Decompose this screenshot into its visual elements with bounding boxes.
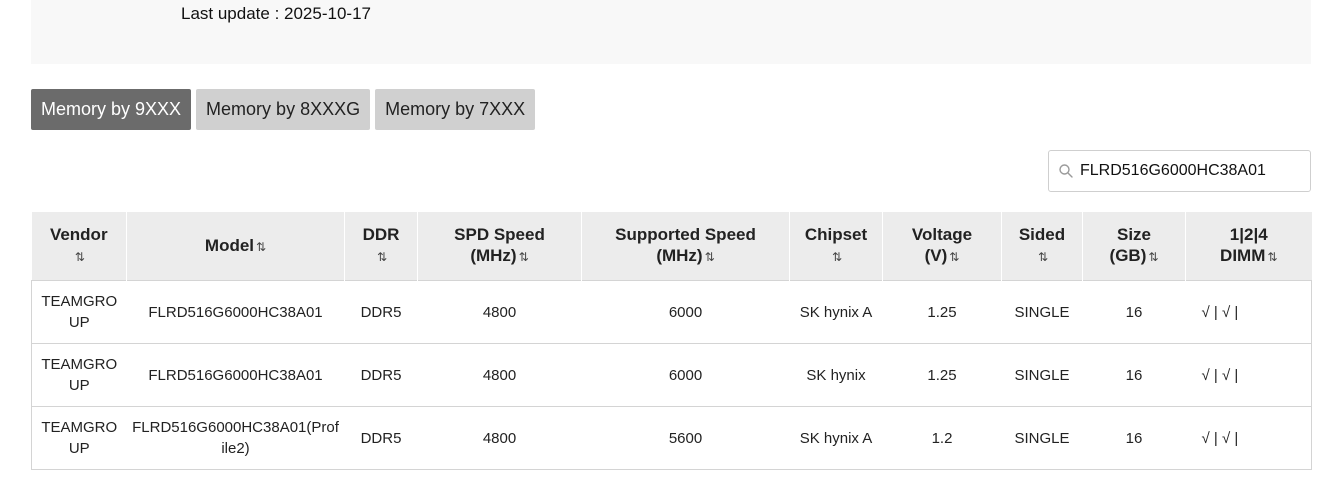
- cell-voltage: 1.2: [882, 406, 1002, 470]
- table-row: TEAMGROUP FLRD516G6000HC38A01 DDR5 4800 …: [31, 280, 1312, 344]
- cell-chipset: SK hynix A: [789, 280, 883, 344]
- cell-ddr: DDR5: [344, 406, 418, 470]
- column-header-ddr[interactable]: DDR ⇅: [344, 212, 418, 281]
- sort-icon[interactable]: ⇅: [256, 240, 266, 254]
- tab-memory-9xxx[interactable]: Memory by 9XXX: [31, 89, 192, 130]
- memory-table: Vendor ⇅ Model ⇅ DDR ⇅ SPD Speed (MHz) ⇅ S…: [31, 212, 1312, 470]
- table-row: TEAMGROUP FLRD516G6000HC38A01(Profile2) …: [31, 406, 1312, 470]
- column-header-label: Vendor: [49, 225, 108, 244]
- column-header-vendor[interactable]: Vendor ⇅: [31, 212, 127, 281]
- cell-size: 16: [1082, 343, 1186, 407]
- cell-model: FLRD516G6000HC38A01: [126, 280, 345, 344]
- column-header-label: 1|2|4: [1229, 225, 1268, 244]
- cell-ddr: DDR5: [344, 280, 418, 344]
- cell-voltage: 1.25: [882, 343, 1002, 407]
- column-header-label: Model: [204, 235, 255, 255]
- column-header-unit: DIMM: [1220, 246, 1266, 265]
- cell-vendor: TEAMGROUP: [31, 406, 127, 470]
- header-panel: Last update : 2025-10-17: [31, 0, 1311, 64]
- column-header-voltage[interactable]: Voltage (V) ⇅: [882, 212, 1002, 281]
- sort-icon[interactable]: ⇅: [377, 250, 387, 264]
- column-header-sided[interactable]: Sided ⇅: [1001, 212, 1083, 281]
- cell-vendor: TEAMGROUP: [31, 280, 127, 344]
- cell-model: FLRD516G6000HC38A01: [126, 343, 345, 407]
- column-header-chipset[interactable]: Chipset ⇅: [789, 212, 883, 281]
- column-header-label: SPD Speed: [454, 225, 545, 244]
- column-header-label: Chipset: [804, 225, 868, 244]
- cell-chipset: SK hynix: [789, 343, 883, 407]
- tab-memory-7xxx[interactable]: Memory by 7XXX: [375, 89, 536, 130]
- cell-dimm: √ | √ |: [1185, 406, 1312, 470]
- sort-icon[interactable]: ⇅: [832, 250, 842, 264]
- sort-icon[interactable]: ⇅: [1038, 250, 1048, 264]
- column-header-dimm[interactable]: 1|2|4 DIMM ⇅: [1185, 212, 1312, 281]
- cell-ddr: DDR5: [344, 343, 418, 407]
- cell-voltage: 1.25: [882, 280, 1002, 344]
- sort-icon[interactable]: ⇅: [1148, 250, 1158, 264]
- column-header-label: Size: [1116, 225, 1152, 244]
- memory-tabs: Memory by 9XXX Memory by 8XXXG Memory by…: [31, 89, 536, 130]
- sort-icon[interactable]: ⇅: [949, 250, 959, 264]
- search-icon: [1052, 151, 1080, 191]
- sort-icon[interactable]: ⇅: [519, 250, 529, 264]
- column-header-label: Voltage: [911, 225, 973, 244]
- column-header-size[interactable]: Size (GB) ⇅: [1082, 212, 1186, 281]
- sort-icon[interactable]: ⇅: [705, 250, 715, 264]
- cell-size: 16: [1082, 406, 1186, 470]
- cell-supported-speed: 5600: [581, 406, 790, 470]
- cell-dimm: √ | √ |: [1185, 343, 1312, 407]
- last-update-text: Last update : 2025-10-17: [181, 4, 371, 23]
- search-input[interactable]: [1080, 162, 1300, 180]
- cell-supported-speed: 6000: [581, 343, 790, 407]
- tab-memory-8xxxg[interactable]: Memory by 8XXXG: [196, 89, 371, 130]
- column-header-label: Supported Speed: [615, 225, 756, 244]
- column-header-spd-speed[interactable]: SPD Speed (MHz) ⇅: [417, 212, 582, 281]
- cell-sided: SINGLE: [1001, 280, 1083, 344]
- column-header-label: Sided: [1018, 225, 1066, 244]
- column-header-label: DDR: [362, 225, 400, 244]
- cell-size: 16: [1082, 280, 1186, 344]
- cell-spd-speed: 4800: [417, 280, 582, 344]
- search-box[interactable]: [1048, 150, 1311, 192]
- cell-sided: SINGLE: [1001, 406, 1083, 470]
- cell-supported-speed: 6000: [581, 280, 790, 344]
- cell-dimm: √ | √ |: [1185, 280, 1312, 344]
- column-header-unit: (MHz): [470, 246, 517, 265]
- cell-spd-speed: 4800: [417, 406, 582, 470]
- sort-icon[interactable]: ⇅: [1267, 250, 1277, 264]
- table-row: TEAMGROUP FLRD516G6000HC38A01 DDR5 4800 …: [31, 343, 1312, 407]
- table-header-row: Vendor ⇅ Model ⇅ DDR ⇅ SPD Speed (MHz) ⇅ S…: [31, 212, 1312, 281]
- cell-model: FLRD516G6000HC38A01(Profile2): [126, 406, 345, 470]
- column-header-supported-speed[interactable]: Supported Speed (MHz) ⇅: [581, 212, 790, 281]
- cell-sided: SINGLE: [1001, 343, 1083, 407]
- column-header-model[interactable]: Model ⇅: [126, 212, 345, 281]
- cell-spd-speed: 4800: [417, 343, 582, 407]
- column-header-unit: (GB): [1109, 246, 1147, 265]
- column-header-unit: (MHz): [656, 246, 703, 265]
- column-header-unit: (V): [924, 246, 948, 265]
- sort-icon[interactable]: ⇅: [75, 250, 85, 264]
- cell-chipset: SK hynix A: [789, 406, 883, 470]
- cell-vendor: TEAMGROUP: [31, 343, 127, 407]
